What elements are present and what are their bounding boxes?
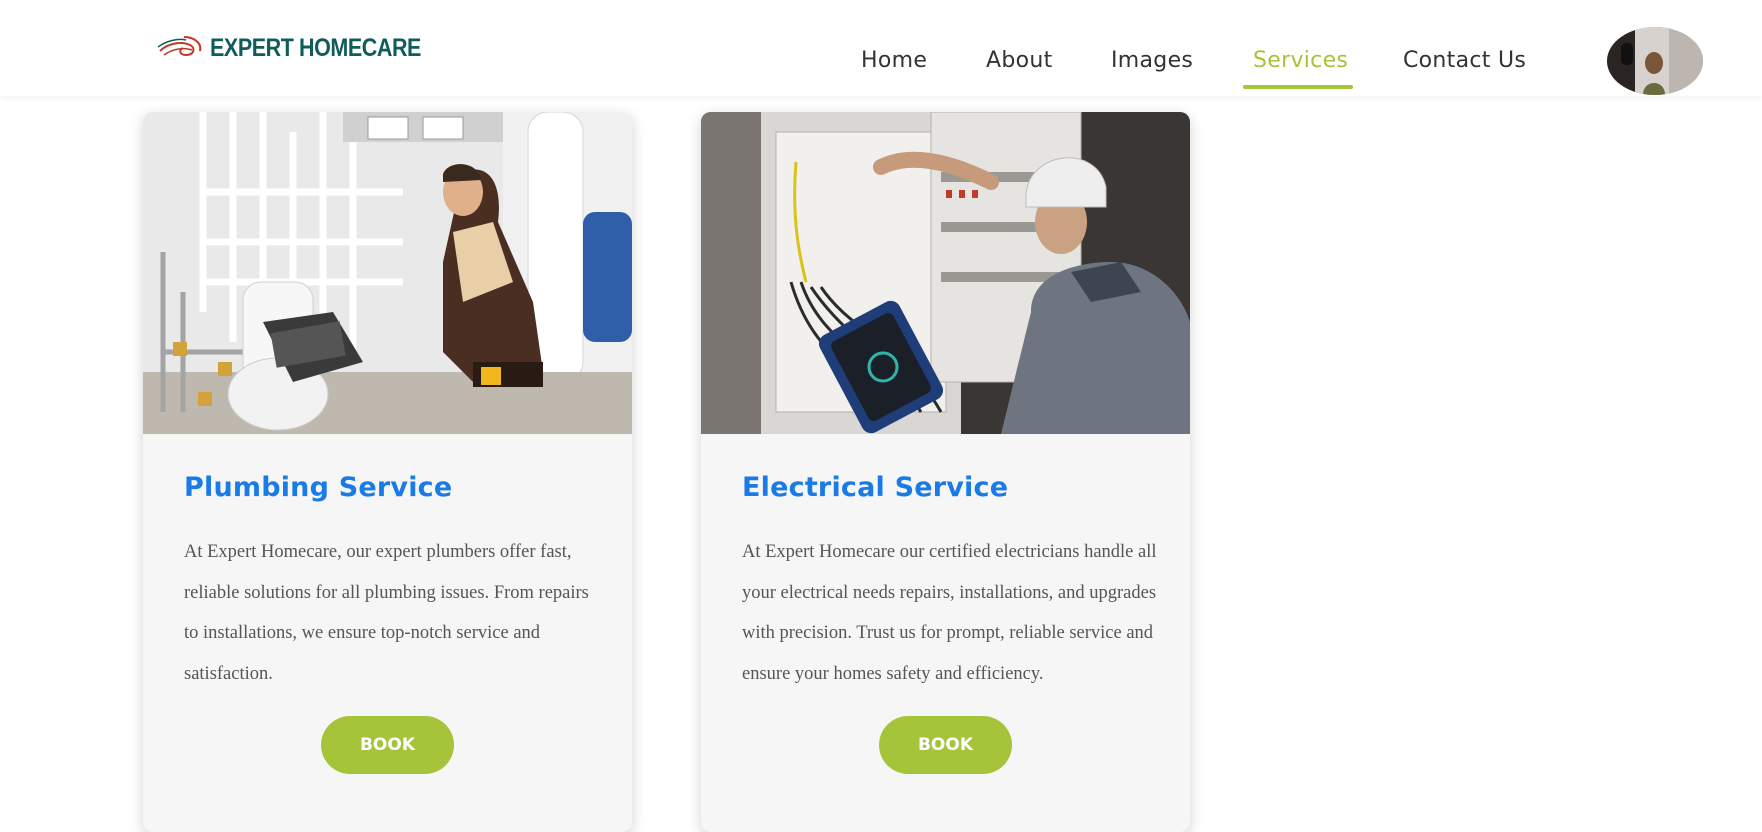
user-avatar-photo	[1607, 27, 1703, 95]
active-nav-underline	[1243, 85, 1353, 89]
site-header: EXPERT HOMECARE Home About Images Servic…	[0, 0, 1762, 96]
electrician-at-panel-photo	[701, 112, 1190, 434]
service-title: Plumbing Service	[184, 472, 453, 503]
nav-home[interactable]: Home	[861, 48, 927, 73]
service-title: Electrical Service	[742, 472, 1009, 503]
nav-contact-us[interactable]: Contact Us	[1403, 48, 1526, 73]
book-plumbing-button[interactable]: BOOK	[321, 716, 454, 774]
service-description: At Expert Homecare, our expert plumbers …	[184, 542, 589, 684]
service-card-plumbing: Plumbing Service At Expert Homecare, our…	[143, 112, 632, 832]
service-description: At Expert Homecare our certified electri…	[742, 542, 1157, 684]
service-card-electrical: Electrical Service At Expert Homecare ou…	[701, 112, 1190, 832]
nav-services[interactable]: Services	[1253, 48, 1348, 73]
book-electrical-button[interactable]: BOOK	[879, 716, 1012, 774]
nav-images[interactable]: Images	[1111, 48, 1193, 73]
main-nav: Home About Images Services Contact Us	[0, 40, 1762, 90]
nav-about[interactable]: About	[986, 48, 1053, 73]
user-avatar[interactable]	[1607, 27, 1703, 95]
plumber-at-work-photo	[143, 112, 632, 434]
